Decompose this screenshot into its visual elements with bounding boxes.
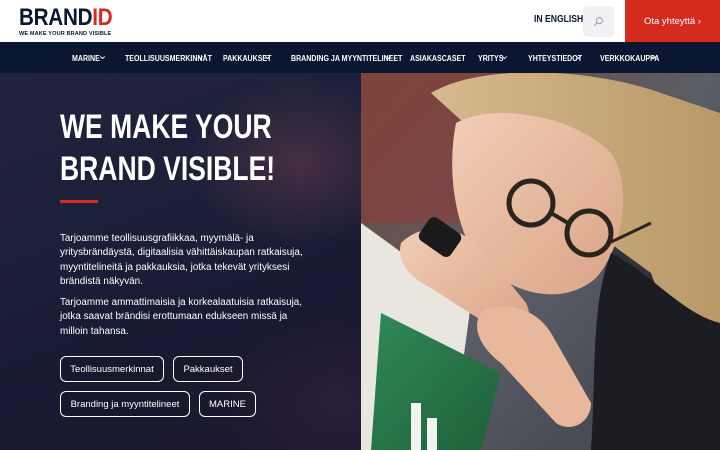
nav-item-yhteystiedot[interactable]: YHTEYSTIEDOT [528,42,594,73]
search-icon [593,17,603,27]
language-switch-link[interactable]: IN ENGLISH [534,13,583,25]
marine-button[interactable]: MARINE [199,391,256,417]
nav-item-label: ASIAKASCASET [410,52,466,63]
teollisuusmerkinnat-button[interactable]: Teollisuusmerkinnat [60,356,164,382]
nav-item-teollisuusmerkinnat[interactable]: TEOLLISUUSMERKINNÄT [125,42,231,73]
hero-paragraph-2: Tarjoamme ammattimaisia ja korkealaatuis… [60,297,303,337]
hero-headline: WE MAKE YOUR BRAND VISIBLE! [60,106,336,190]
hero-paragraph-1: Tarjoamme teollisuusgrafiikkaa, myymälä-… [60,233,303,288]
chevron-down-icon [575,56,582,60]
main-navigation: MARINE TEOLLISUUSMERKINNÄT PAKKAUKSET BR… [0,42,720,73]
nav-item-asiakascaset[interactable]: ASIAKASCASET [410,42,478,73]
search-button[interactable] [583,6,614,37]
hero-headline-line1: WE MAKE YOUR [60,108,272,146]
brandid-logo[interactable]: BRANDID WE MAKE YOUR BRAND VISIBLE [19,4,128,38]
logo-wordmark: BRANDID [19,4,113,31]
hero-photo-illustration [361,73,720,450]
top-header: BRANDID WE MAKE YOUR BRAND VISIBLE IN EN… [0,0,720,42]
chevron-down-icon [197,56,204,60]
hero-headline-line2: BRAND VISIBLE! [60,150,276,188]
nav-item-pakkaukset[interactable]: PAKKAUKSET [223,42,282,73]
nav-item-branding[interactable]: BRANDING JA MYYNTITELINEET [291,42,427,73]
chevron-down-icon [385,56,392,60]
chevron-down-icon [264,56,271,60]
hero-section: WE MAKE YOUR BRAND VISIBLE! Tarjoamme te… [0,73,720,450]
hero-photo [361,73,720,450]
nav-item-verkkokauppa[interactable]: VERKKOKAUPPA [600,42,672,73]
headline-accent-bar [60,200,98,203]
chevron-down-icon [501,56,508,60]
nav-item-label: MARINE [72,52,100,63]
branding-button[interactable]: Branding ja myyntitelineet [60,391,190,417]
logo-tagline: WE MAKE YOUR BRAND VISIBLE [19,31,112,37]
nav-item-label: YHTEYSTIEDOT [528,52,583,63]
contact-cta-button[interactable]: Ota yhteyttä › [625,0,720,42]
chevron-down-icon [99,56,106,60]
nav-item-label: YRITYS [478,52,504,63]
chevron-down-icon [650,56,657,60]
pakkaukset-button[interactable]: Pakkaukset [173,356,243,382]
